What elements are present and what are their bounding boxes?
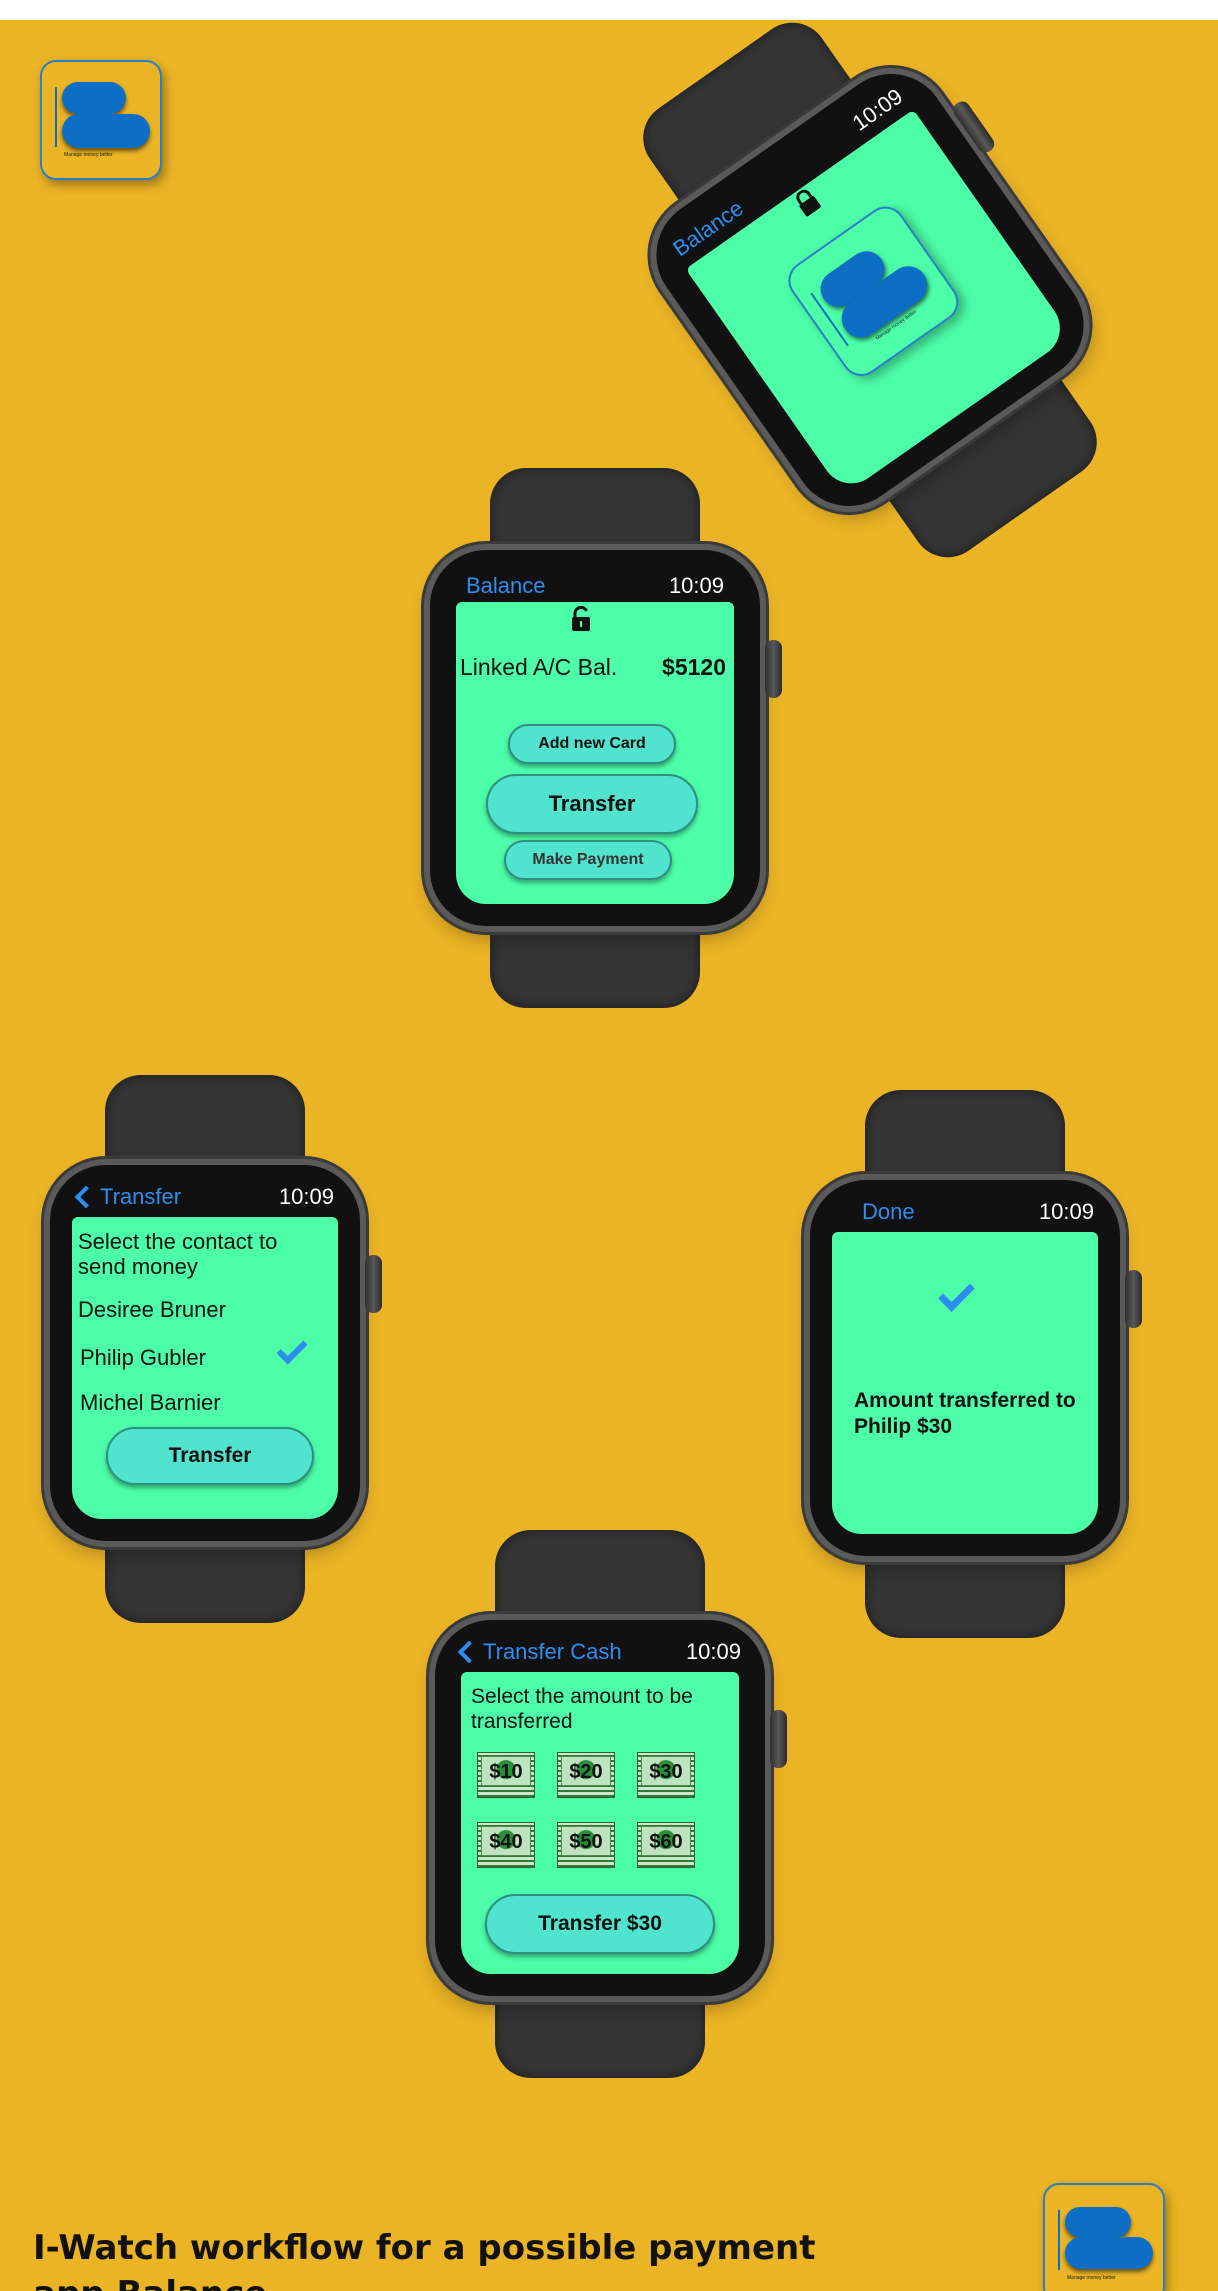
watch-splash: Balance 10:09 Manage money better: [629, 20, 1111, 572]
amount-option[interactable]: $20: [557, 1752, 615, 1798]
amount-option[interactable]: $10: [477, 1752, 535, 1798]
amount-label: $10: [489, 1761, 523, 1783]
make-payment-button[interactable]: Make Payment: [504, 840, 672, 880]
screen-title: Transfer Cash: [483, 1639, 622, 1664]
screen-title[interactable]: Balance: [466, 573, 546, 599]
back-button[interactable]: Transfer: [72, 1184, 181, 1210]
amount-label: $40: [489, 1831, 523, 1853]
done-button[interactable]: Done: [862, 1199, 915, 1225]
watch-case: Done 10:09 Amount transferred to Philip …: [810, 1180, 1142, 1556]
logo-bar-bottom: [62, 114, 150, 148]
balance-label: Linked A/C Bal.: [460, 654, 618, 680]
done-screen: Amount transferred to Philip $30: [832, 1232, 1098, 1534]
chevron-left-icon: [74, 1185, 98, 1209]
contacts-screen: Select the contact to send money Desiree…: [72, 1217, 338, 1519]
logo-bar-top: [1065, 2207, 1131, 2237]
contacts-prompt: Select the contact to send money: [78, 1229, 278, 1279]
clock: 10:09: [668, 573, 724, 598]
status-bar: Done 10:09: [862, 1194, 1094, 1230]
digital-crown[interactable]: [765, 640, 782, 698]
amount-screen: Select the amount to be transferred $10 …: [461, 1672, 739, 1974]
transfer-button[interactable]: Transfer: [106, 1427, 314, 1485]
watch-contacts: Transfer 10:09 Select the contact to sen…: [50, 1075, 382, 1623]
screen-title: Transfer: [100, 1184, 182, 1209]
status-bar: Balance 10:09: [466, 568, 724, 604]
contact-item[interactable]: Desiree Bruner: [78, 1297, 226, 1323]
amount-label: $20: [569, 1761, 603, 1783]
amount-label: $60: [649, 1831, 683, 1853]
amount-option[interactable]: $60: [637, 1822, 695, 1868]
canvas: Manage money better Balance 10:09 Manage…: [0, 20, 1218, 2291]
selected-check-icon: [276, 1333, 308, 1365]
logo-bar-bottom: [1065, 2237, 1153, 2269]
amount-option-selected[interactable]: $30: [637, 1752, 695, 1798]
balance-screen: Linked A/C Bal. $5120 Add new Card Trans…: [456, 602, 734, 904]
success-check-icon: [938, 1275, 975, 1312]
add-card-button[interactable]: Add new Card: [508, 724, 676, 764]
watch-amount: Transfer Cash 10:09 Select the amount to…: [435, 1530, 787, 2078]
logo-bar-top: [62, 82, 126, 114]
lock-icon: [796, 189, 821, 217]
amount-option[interactable]: $40: [477, 1822, 535, 1868]
digital-crown[interactable]: [770, 1710, 787, 1768]
logo-text: Manage money better: [64, 152, 113, 158]
digital-crown[interactable]: [950, 98, 998, 156]
logo-stripe: [1058, 2210, 1060, 2270]
watch-done: Done 10:09 Amount transferred to Philip …: [810, 1090, 1142, 1638]
logo-bottom: Manage money better: [1043, 2183, 1165, 2291]
amount-label: $50: [569, 1831, 603, 1853]
logo-stripe: [55, 87, 57, 147]
watch-case: Balance 10:09 Linked A/C Bal. $5120 Add …: [430, 550, 782, 926]
watch-case: Transfer Cash 10:09 Select the amount to…: [435, 1620, 787, 1996]
clock: 10:09: [1038, 1199, 1094, 1224]
logo-text: Manage money better: [1067, 2275, 1116, 2281]
transfer-amount-button[interactable]: Transfer $30: [485, 1894, 715, 1954]
watch-balance: Balance 10:09 Linked A/C Bal. $5120 Add …: [430, 468, 782, 1008]
page-title: I-Watch workflow for a possible payment …: [33, 2228, 816, 2291]
balance-value: $5120: [662, 654, 726, 680]
clock: 10:09: [278, 1184, 334, 1209]
status-bar: Transfer Cash 10:09: [455, 1634, 741, 1670]
watch-case: Transfer 10:09 Select the contact to sen…: [50, 1165, 382, 1541]
amount-label: $30: [649, 1761, 683, 1783]
lock-open-icon: [572, 606, 590, 631]
amount-prompt: Select the amount to be transferred: [471, 1685, 693, 1733]
digital-crown[interactable]: [1125, 1270, 1142, 1328]
splash-logo-tile: Manage money better: [780, 198, 967, 384]
back-button[interactable]: Transfer Cash: [455, 1639, 622, 1665]
logo-top: Manage money better: [40, 60, 162, 180]
status-bar: Transfer 10:09: [72, 1179, 334, 1215]
contact-item-selected[interactable]: Philip Gubler: [80, 1345, 206, 1371]
chevron-left-icon: [457, 1640, 481, 1664]
digital-crown[interactable]: [365, 1255, 382, 1313]
done-message: Amount transferred to Philip $30: [854, 1389, 1076, 1438]
transfer-button[interactable]: Transfer: [486, 774, 698, 834]
amount-option[interactable]: $50: [557, 1822, 615, 1868]
clock: 10:09: [685, 1639, 741, 1664]
contact-item[interactable]: Michel Barnier: [80, 1390, 221, 1416]
